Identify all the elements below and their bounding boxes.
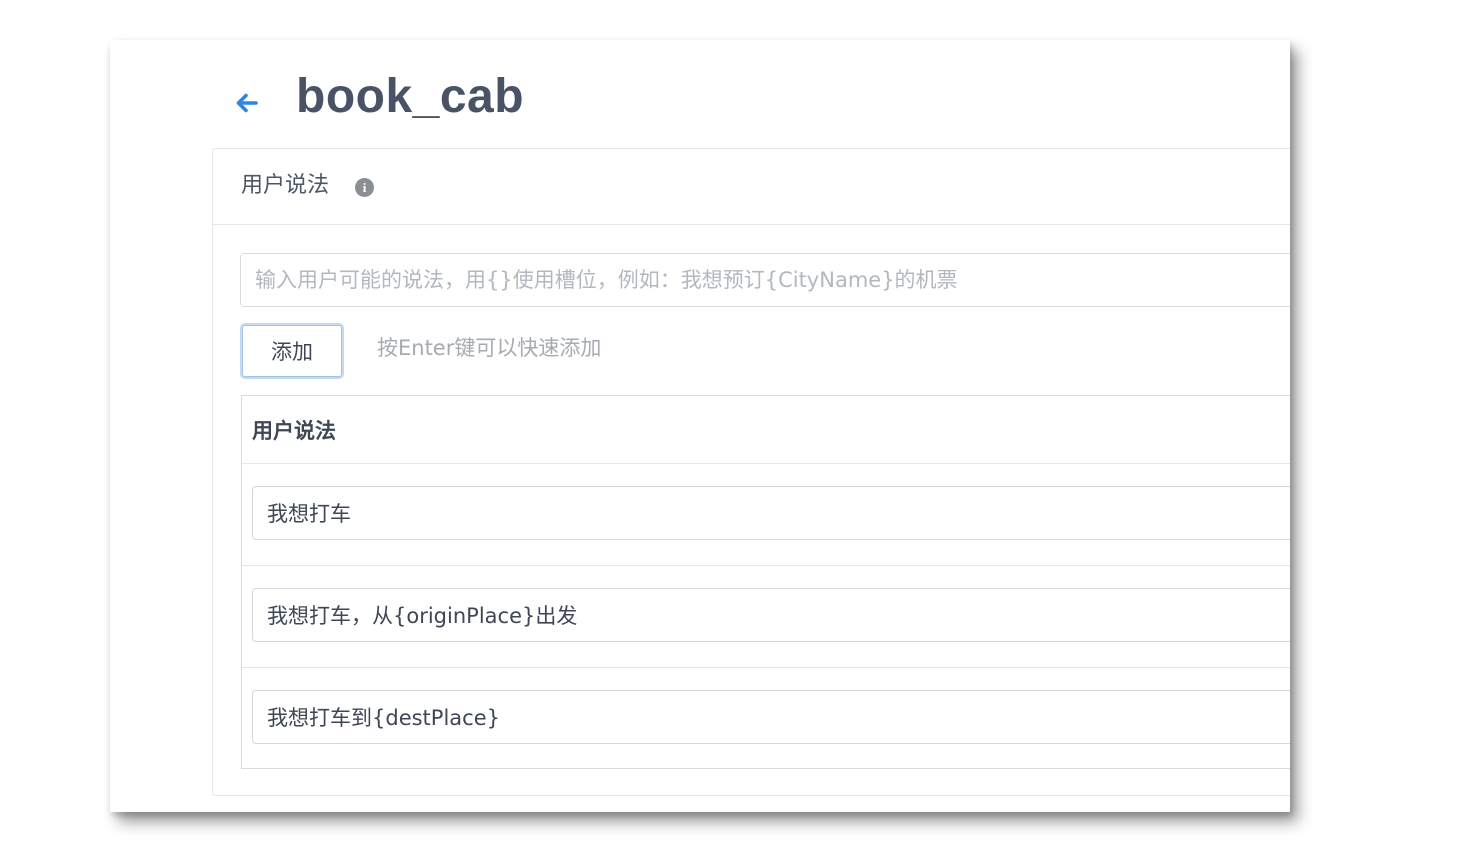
table-header: 用户说法 — [242, 396, 1290, 464]
utterance-row-input[interactable] — [252, 486, 1290, 540]
utterance-panel: 用户说法 i 添加 按Enter键可以快速添加 用户说法 — [212, 148, 1290, 796]
utterance-row-input[interactable] — [252, 588, 1290, 642]
add-hint: 按Enter键可以快速添加 — [377, 336, 602, 360]
info-icon[interactable]: i — [355, 178, 374, 197]
table-row — [242, 668, 1290, 770]
screenshot-stage: book_cab 用户说法 i 添加 按Enter键可以快速添加 用户说法 — [0, 0, 1468, 858]
arrow-left-icon[interactable] — [230, 86, 262, 118]
utterance-table: 用户说法 — [241, 395, 1290, 769]
panel-header: 用户说法 i — [213, 149, 1290, 225]
page-title: book_cab — [296, 70, 525, 123]
table-row — [242, 566, 1290, 668]
column-header-utterance: 用户说法 — [252, 419, 336, 443]
app-window: book_cab 用户说法 i 添加 按Enter键可以快速添加 用户说法 — [110, 40, 1290, 812]
utterance-row-input[interactable] — [252, 690, 1290, 744]
table-row — [242, 464, 1290, 566]
panel-title: 用户说法 — [241, 173, 330, 198]
add-button[interactable]: 添加 — [240, 323, 344, 379]
utterance-input[interactable] — [240, 253, 1290, 307]
